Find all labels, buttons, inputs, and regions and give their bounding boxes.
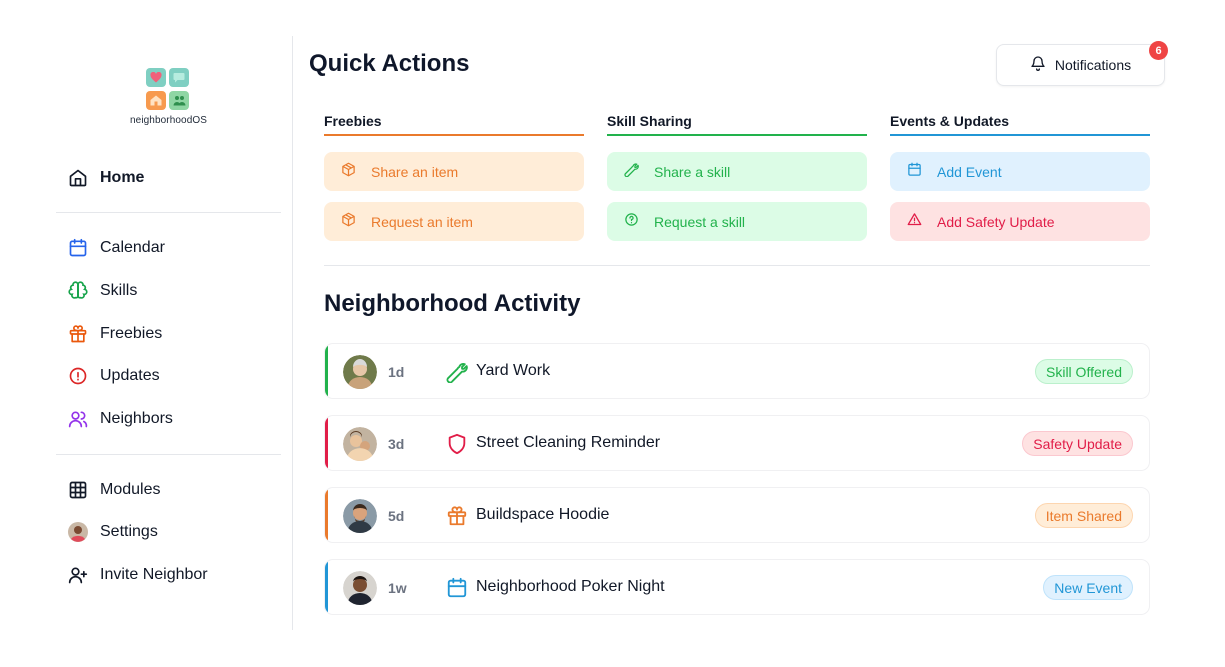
avatar [343,499,377,533]
calendar-icon [445,576,469,600]
status-badge: Safety Update [1022,431,1133,456]
activity-item-buildspace-hoodie[interactable]: 5d Buildspace Hoodie Item Shared [324,487,1150,543]
sidebar-item-label: Updates [100,367,160,384]
activity-title: Neighborhood Activity [324,290,581,317]
activity-item-street-cleaning[interactable]: 3d Street Cleaning Reminder Safety Updat… [324,415,1150,471]
sidebar-item-home[interactable]: Home [68,164,144,192]
package-icon [341,162,356,182]
shield-icon [445,432,469,456]
gift-icon [68,324,88,344]
button-label: Add Safety Update [937,213,1055,230]
activity-time: 1d [388,364,405,380]
button-label: Share a skill [654,163,731,180]
quick-actions-freebies: Freebies Share an item Request an item [324,112,584,241]
calendar-icon [68,238,88,258]
quick-actions-skill-sharing: Skill Sharing Share a skill Request a sk… [607,112,867,241]
page-title: Quick Actions [309,50,470,77]
avatar [343,571,377,605]
gift-icon [445,504,469,528]
house-icon [146,90,166,110]
category-bar [325,416,328,470]
sidebar-item-calendar[interactable]: Calendar [68,234,165,262]
calendar-icon [907,162,922,182]
grid-icon [68,480,88,500]
button-label: Request a skill [654,213,746,230]
add-event-button[interactable]: Add Event [890,152,1150,191]
users-icon [68,409,88,429]
sidebar-item-label: Modules [100,481,161,498]
activity-time: 3d [388,436,405,452]
sidebar-border [292,36,293,630]
notifications-label: Notifications [1054,57,1132,73]
sidebar-item-settings[interactable]: Settings [68,518,158,546]
bell-icon [1030,55,1046,76]
warning-icon [907,212,922,232]
activity-title-text: Yard Work [476,362,551,379]
share-skill-button[interactable]: Share a skill [607,152,867,191]
info-icon [68,366,88,386]
column-heading: Freebies [324,112,584,136]
status-badge: New Event [1043,575,1133,600]
column-heading: Events & Updates [890,112,1150,136]
sidebar-item-label: Freebies [100,325,163,342]
question-circle-icon [624,212,639,232]
people-icon [169,90,189,110]
wrench-icon [624,162,639,182]
sidebar-item-label: Home [100,169,145,186]
sidebar-item-label: Calendar [100,239,165,256]
app-name: neighborhoodOS [130,115,208,126]
request-item-button[interactable]: Request an item [324,202,584,241]
button-label: Add Event [937,163,1002,180]
user-plus-icon [68,565,88,585]
share-item-button[interactable]: Share an item [324,152,584,191]
sidebar-item-label: Neighbors [100,410,173,427]
avatar [343,427,377,461]
heart-icon [146,68,166,87]
wrench-icon [445,360,469,384]
button-label: Share an item [371,163,459,180]
status-badge: Item Shared [1034,503,1133,528]
activity-time: 5d [388,508,405,524]
sidebar-item-updates[interactable]: Updates [68,362,160,390]
button-label: Request an item [371,213,473,230]
avatar [343,355,377,389]
notifications-button[interactable]: Notifications [996,44,1165,86]
brain-icon [68,281,88,301]
request-skill-button[interactable]: Request a skill [607,202,867,241]
sidebar-item-invite-neighbor[interactable]: Invite Neighbor [68,561,208,589]
category-bar [325,344,328,398]
logo-mark [146,68,190,110]
sidebar: neighborhoodOS Home Calendar Skills Free… [56,36,281,630]
home-icon [68,168,88,188]
notifications-count-badge: 6 [1149,41,1168,60]
avatar-icon [68,522,88,542]
app-logo[interactable]: neighborhoodOS [130,68,208,126]
activity-time: 1w [388,580,407,596]
sidebar-divider [56,454,281,455]
package-icon [341,212,356,232]
activity-title-text: Street Cleaning Reminder [476,434,661,451]
activity-item-poker-night[interactable]: 1w Neighborhood Poker Night New Event [324,559,1150,615]
section-divider [324,265,1150,266]
sidebar-item-freebies[interactable]: Freebies [68,320,162,348]
activity-item-yard-work[interactable]: 1d Yard Work Skill Offered [324,343,1150,399]
activity-title-text: Buildspace Hoodie [476,506,610,523]
quick-actions-events-updates: Events & Updates Add Event Add Safety Up… [890,112,1150,241]
chat-bubble-icon [169,68,189,87]
column-heading: Skill Sharing [607,112,867,136]
sidebar-divider [56,212,281,213]
add-safety-update-button[interactable]: Add Safety Update [890,202,1150,241]
sidebar-item-neighbors[interactable]: Neighbors [68,405,173,433]
category-bar [325,488,328,542]
sidebar-item-label: Settings [100,523,158,540]
sidebar-item-skills[interactable]: Skills [68,277,137,305]
activity-title-text: Neighborhood Poker Night [476,578,665,595]
sidebar-item-label: Skills [100,282,138,299]
sidebar-item-label: Invite Neighbor [100,566,208,583]
status-badge: Skill Offered [1035,359,1133,384]
sidebar-item-modules[interactable]: Modules [68,476,160,504]
category-bar [325,560,328,614]
